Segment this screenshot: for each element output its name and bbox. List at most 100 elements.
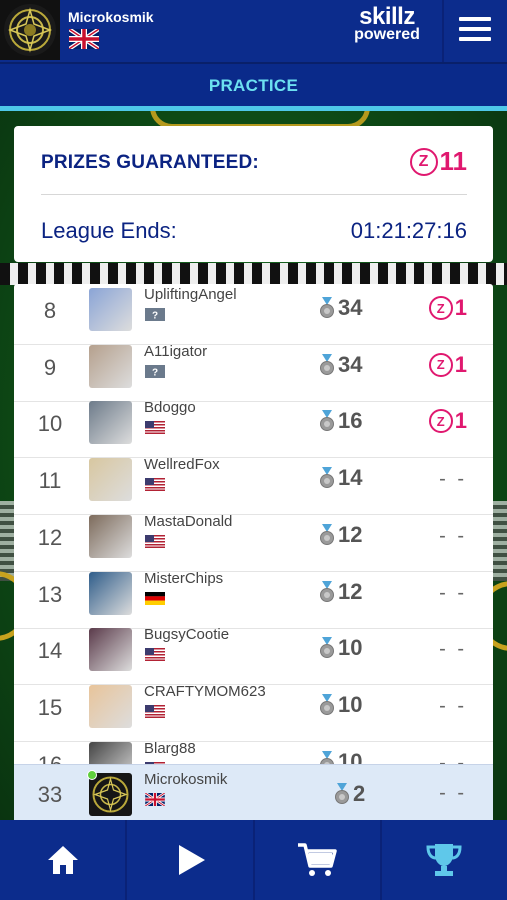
player-score: 34 xyxy=(319,295,362,321)
current-player-score-value: 2 xyxy=(353,781,366,806)
skillz-logo: skillz powered xyxy=(346,5,428,43)
leaderboard-row[interactable]: 10 Bdoggo 16 Z 1 xyxy=(14,399,493,459)
leaderboard-row[interactable]: 13 MisterChips 12 - - xyxy=(14,569,493,629)
uk-flag-icon xyxy=(144,791,166,811)
hamburger-menu-icon[interactable] xyxy=(459,17,491,43)
player-prize: Z1 xyxy=(428,408,467,434)
medal-icon xyxy=(319,580,335,603)
player-avatar xyxy=(89,684,132,728)
player-score-value: 10 xyxy=(338,691,363,717)
leaderboard-row[interactable]: 9 A11igator? 34 Z 1 xyxy=(14,342,493,402)
prize-card: PRIZES GUARANTEED: Z 11 League Ends: 01:… xyxy=(14,126,493,262)
store-button[interactable] xyxy=(255,820,382,900)
us-flag-icon xyxy=(145,704,165,723)
cart-icon xyxy=(298,843,337,876)
current-player-prize: - - xyxy=(439,782,467,804)
tournaments-button[interactable] xyxy=(382,820,507,900)
player-prize-value: 1 xyxy=(454,408,467,434)
play-icon xyxy=(178,845,205,875)
player-score: 10 xyxy=(319,692,362,718)
prizes-amount: 11 xyxy=(439,146,468,176)
player-score-value: 34 xyxy=(338,295,363,320)
player-score: 10 xyxy=(319,635,362,661)
player-name: Blarg88 xyxy=(144,739,196,757)
player-name: BugsyCootie xyxy=(144,626,230,644)
current-player-row[interactable]: 33 Microkosmik 2 - - xyxy=(14,764,493,820)
player-avatar xyxy=(89,458,132,502)
current-player-score: 2 xyxy=(334,781,365,807)
player-name: MastaDonald xyxy=(144,512,233,530)
player-name: CRAFTYMOM623 xyxy=(144,682,266,700)
player-prize-value: 1 xyxy=(454,295,467,320)
player-avatar xyxy=(89,571,132,615)
medal-icon xyxy=(319,523,335,546)
us-flag-icon xyxy=(145,534,165,553)
svg-text:?: ? xyxy=(152,367,158,378)
header-divider xyxy=(442,0,444,62)
player-name: MisterChips xyxy=(144,569,224,587)
player-rank: 13 xyxy=(37,581,63,607)
de-flag-icon xyxy=(145,591,165,610)
brand-sub: powered xyxy=(354,26,420,43)
player-rank: 10 xyxy=(37,411,63,437)
player-name: WellredFox xyxy=(144,456,220,474)
leaderboard-row[interactable]: 12 MastaDonald 12 - - xyxy=(14,512,493,572)
prizes-guaranteed-value: Z 11 xyxy=(409,146,468,177)
player-rank: 12 xyxy=(37,524,63,550)
player-name: UpliftingAngel xyxy=(144,286,237,303)
current-player-avatar xyxy=(89,773,132,816)
league-countdown: 01:21:27:16 xyxy=(350,218,467,243)
player-rank: 8 xyxy=(43,298,57,323)
player-rank: 14 xyxy=(37,638,63,664)
player-prize: - - xyxy=(439,581,467,604)
bottom-nav xyxy=(0,820,507,900)
player-prize: - - xyxy=(439,468,467,491)
medal-icon xyxy=(319,410,335,432)
player-avatar xyxy=(89,514,132,558)
player-rank: 15 xyxy=(37,694,63,720)
medal-icon xyxy=(319,353,335,376)
player-score: 14 xyxy=(319,465,362,491)
unknown-flag-icon: ? xyxy=(145,308,165,326)
leaderboard-row[interactable]: 14 BugsyCootie 10 - - xyxy=(14,626,493,686)
home-icon xyxy=(47,846,78,874)
z-coin-icon: Z xyxy=(428,296,453,320)
player-score: 16 xyxy=(319,408,362,434)
leaderboard-list[interactable]: 8 UpliftingAngel? 34 Z 1 9 A11igator? 34 Z 1 10 Bdo… xyxy=(14,284,493,820)
player-name: A11igator xyxy=(144,342,208,360)
z-coin-icon: Z xyxy=(409,147,438,176)
player-prize: - - xyxy=(439,638,467,661)
prizes-guaranteed-label: PRIZES GUARANTEED: xyxy=(41,152,259,173)
home-button[interactable] xyxy=(0,820,128,900)
player-prize: Z1 xyxy=(428,352,467,378)
player-rank: 11 xyxy=(38,468,62,494)
player-score: 12 xyxy=(319,522,362,548)
medal-icon xyxy=(319,467,335,489)
top-header: Microkosmik skillz powered xyxy=(0,0,507,62)
us-flag-icon xyxy=(145,478,165,496)
league-ends-label: League Ends: xyxy=(41,218,177,243)
svg-text:?: ? xyxy=(152,311,158,322)
player-score-value: 14 xyxy=(338,465,363,491)
medal-icon xyxy=(319,693,335,716)
player-score-value: 10 xyxy=(338,635,363,661)
play-button[interactable] xyxy=(127,820,255,900)
leaderboard-row[interactable]: 8 UpliftingAngel? 34 Z 1 xyxy=(14,286,493,345)
uk-flag-icon xyxy=(67,27,101,54)
player-avatar xyxy=(89,628,132,672)
card-divider xyxy=(41,194,467,195)
player-avatar xyxy=(89,288,132,331)
unknown-flag-icon: ? xyxy=(145,364,165,383)
tab-practice[interactable]: PRACTICE xyxy=(0,76,507,96)
player-score-value: 34 xyxy=(338,351,363,377)
player-avatar[interactable] xyxy=(0,0,60,60)
current-player-rank: 33 xyxy=(37,782,63,807)
player-score: 12 xyxy=(319,579,362,605)
leaderboard-row[interactable]: 11 WellredFox 14 - - xyxy=(14,456,493,516)
leaderboard-row[interactable]: 15 CRAFTYMOM623 10 - - xyxy=(14,682,493,742)
player-prize: Z1 xyxy=(428,295,467,321)
piano-keys-decoration xyxy=(0,263,507,285)
z-coin-icon: Z xyxy=(428,352,453,377)
medal-icon xyxy=(334,783,350,805)
player-score: 34 xyxy=(319,352,362,378)
